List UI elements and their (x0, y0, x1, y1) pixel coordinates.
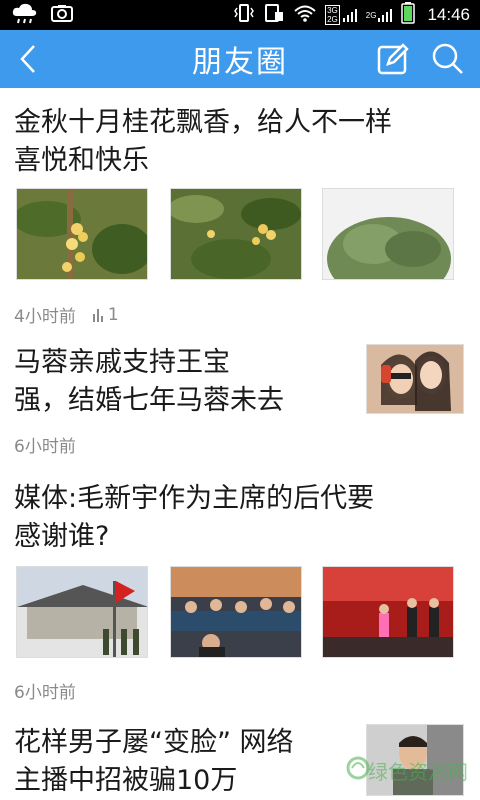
feed-item[interactable]: 媒体:毛新宇作为主席的后代要 感谢谁? 6小时前 (0, 480, 480, 703)
item-title-line: 主播中招被骗10万 (14, 765, 238, 796)
item-time: 6小时前 (14, 683, 76, 703)
network-2g-label: 2G (327, 15, 338, 24)
osmanthus-photo-1 (16, 188, 148, 280)
stage-event-photo (322, 566, 454, 658)
memorial-flag-photo (16, 566, 148, 658)
item-title-line: 马蓉亲戚支持王宝 (14, 347, 230, 378)
osmanthus-photo-2 (170, 188, 302, 280)
notification-cloud-icon (10, 2, 40, 29)
item-time: 6小时前 (14, 437, 76, 457)
item-views: 1 (107, 304, 119, 325)
views-icon (92, 307, 106, 323)
back-button[interactable] (14, 42, 44, 76)
network-2g-secondary-label: 2G (365, 10, 377, 20)
item-title-line: 强，结婚七年马蓉未去 (14, 385, 284, 416)
search-button[interactable] (430, 42, 466, 76)
signal-2g-icon: 2G (366, 7, 394, 23)
item-title-line: 喜悦和快乐 (14, 145, 149, 176)
chevron-left-icon (20, 45, 35, 73)
item-title-line: 花样男子屡“变脸” 网络 (14, 727, 294, 758)
item-meta: 6小时前 (14, 432, 76, 457)
item-title: 花样男子屡“变脸” 网络 主播中招被骗10万 (14, 724, 294, 800)
item-title-line: 金秋十月桂花飘香，给人不一样 (14, 107, 392, 138)
item-meta: 4小时前 1 (14, 302, 119, 328)
item-title-line: 媒体:毛新宇作为主席的后代要 (14, 483, 375, 514)
item-title: 马蓉亲戚支持王宝 强，结婚七年马蓉未去 (14, 344, 284, 420)
signal-3g-icon: 3G 2G (325, 5, 358, 25)
status-bar: 3G 2G 2G 14:46 (0, 0, 480, 30)
page-title: 朋友圈 (192, 45, 288, 80)
title-bar: 朋友圈 (0, 30, 480, 88)
sim-icon (263, 3, 285, 28)
meeting-photo (170, 566, 302, 658)
feed-item[interactable]: 金秋十月桂花飘香，给人不一样 喜悦和快乐 4小时前 1 (0, 104, 480, 328)
compose-icon (377, 43, 409, 75)
item-meta: 6小时前 (14, 678, 76, 703)
network-3g-label: 3G (327, 6, 338, 15)
feed-item[interactable]: 马蓉亲戚支持王宝 强，结婚七年马蓉未去 6小时前 (0, 340, 480, 470)
search-icon (432, 43, 463, 74)
clock: 14:46 (427, 5, 470, 24)
watermark-text: 绿色资源网 (368, 760, 468, 784)
item-time: 4小时前 (14, 307, 76, 327)
item-title-line: 感谢谁? (14, 521, 110, 552)
screenshot-icon (50, 3, 74, 28)
wifi-icon (293, 3, 317, 28)
item-title: 媒体:毛新宇作为主席的后代要 感谢谁? (14, 480, 374, 556)
battery-icon (401, 1, 416, 29)
osmanthus-tree-photo (322, 188, 454, 280)
compose-button[interactable] (376, 42, 410, 76)
site-watermark: 绿色资源网 (346, 746, 470, 790)
two-women-selfie-photo (366, 344, 464, 414)
vibrate-icon (233, 3, 255, 28)
item-title: 金秋十月桂花飘香，给人不一样 喜悦和快乐 (14, 104, 392, 180)
